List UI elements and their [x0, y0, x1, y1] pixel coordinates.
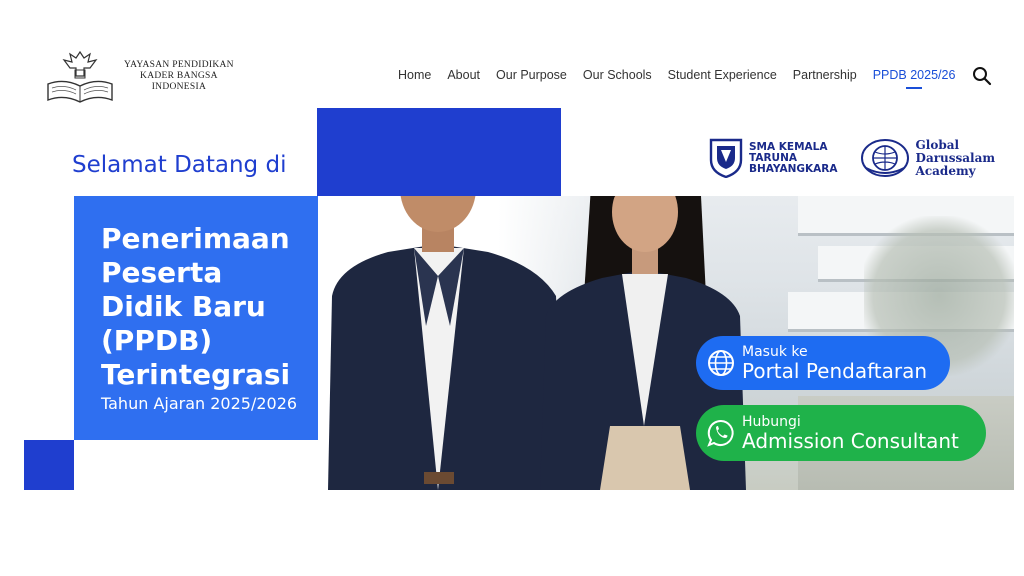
school-name-line: Global: [915, 137, 960, 152]
globe-crest-icon: [860, 139, 909, 177]
globe-icon: [708, 350, 734, 376]
site-logo[interactable]: YAYASAN PENDIDIKAN KADER BANGSA INDONESI…: [44, 46, 254, 106]
school-name-line: Darussalam: [915, 150, 996, 165]
hero-title: Penerimaan Peserta Didik Baru (PPDB) Ter…: [101, 222, 291, 391]
school-name-line: TARUNA: [749, 151, 797, 164]
nav-ppdb[interactable]: PPDB 2025/26: [873, 68, 955, 89]
whatsapp-button-text: Hubungi Admission Consultant: [742, 413, 959, 453]
search-icon[interactable]: [972, 66, 992, 86]
decor-block-top: [317, 108, 561, 196]
portal-registration-button[interactable]: Masuk ke Portal Pendaftaran: [696, 336, 950, 390]
school-name-line: SMA KEMALA: [749, 140, 828, 153]
logo-line: YAYASAN PENDIDIKAN: [124, 59, 234, 70]
school-name-line: BHAYANGKARA: [749, 162, 838, 175]
male-student-figure: [328, 196, 566, 490]
garuda-book-logo-icon: [47, 50, 113, 103]
school-name-global-darussalam: Global Darussalam Academy: [915, 137, 996, 178]
whatsapp-button-small-label: Hubungi: [742, 413, 801, 430]
portal-button-small-label: Masuk ke: [742, 343, 808, 360]
school-logos: SMA KEMALA TARUNA BHAYANGKARA Global Dar…: [709, 138, 995, 178]
portal-button-label: Portal Pendaftaran: [742, 358, 928, 383]
shield-crest-icon: [709, 138, 743, 178]
hero-academic-year: Tahun Ajaran 2025/2026: [101, 394, 298, 413]
nav-our-schools[interactable]: Our Schools: [583, 68, 652, 82]
logo-line: KADER BANGSA: [140, 70, 218, 81]
welcome-text: Selamat Datang di: [72, 152, 287, 178]
nav-home[interactable]: Home: [398, 68, 431, 82]
school-logo-global-darussalam[interactable]: Global Darussalam Academy: [860, 137, 996, 178]
portal-button-text: Masuk ke Portal Pendaftaran: [742, 343, 928, 383]
whatsapp-button-label: Admission Consultant: [742, 428, 959, 453]
whatsapp-icon: [707, 419, 734, 447]
logo-line: INDONESIA: [151, 81, 207, 92]
decor-block-small: [24, 440, 74, 490]
nav-about[interactable]: About: [447, 68, 480, 82]
nav-student-experience[interactable]: Student Experience: [668, 68, 777, 82]
school-logo-sma-kemala[interactable]: SMA KEMALA TARUNA BHAYANGKARA: [709, 138, 838, 178]
nav-partnership[interactable]: Partnership: [793, 68, 857, 82]
logo-text: YAYASAN PENDIDIKAN KADER BANGSA INDONESI…: [124, 60, 234, 93]
admission-consultant-button[interactable]: Hubungi Admission Consultant: [696, 405, 986, 461]
school-name-line: Academy: [915, 163, 976, 178]
school-name-sma-kemala: SMA KEMALA TARUNA BHAYANGKARA: [749, 140, 838, 175]
nav-our-purpose[interactable]: Our Purpose: [496, 68, 567, 82]
main-nav: Home About Our Purpose Our Schools Stude…: [398, 68, 955, 89]
